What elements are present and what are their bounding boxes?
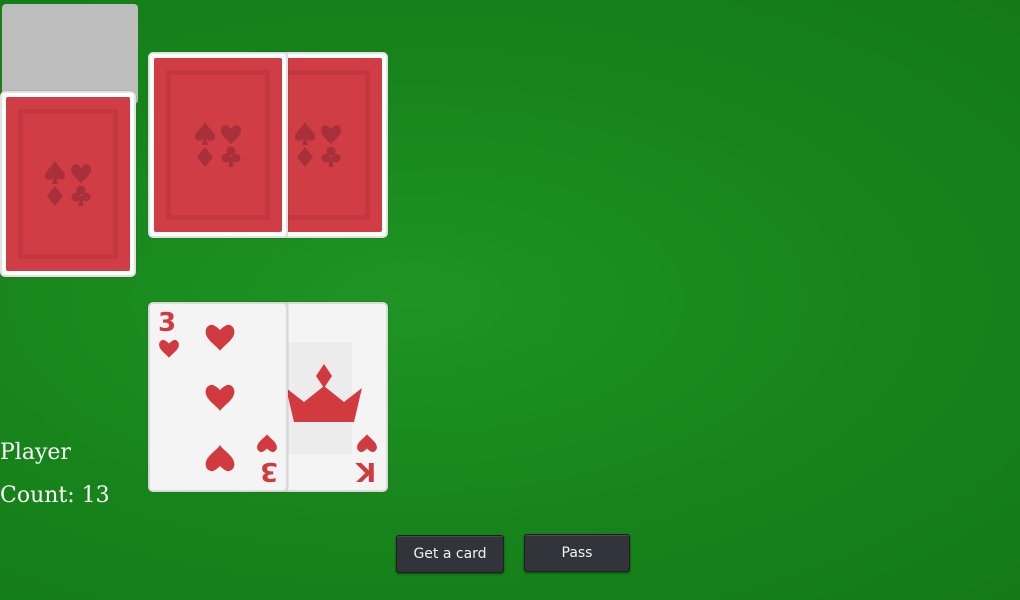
get-card-button[interactable]: Get a card — [396, 535, 504, 573]
card-back-suits-icon — [193, 120, 243, 170]
heart-icon — [158, 338, 180, 364]
card-back-suits-icon — [43, 159, 93, 209]
heart-icon — [204, 442, 236, 478]
card-back-suits-icon — [293, 120, 343, 170]
pass-button[interactable]: Pass — [524, 534, 630, 572]
player-card-3-hearts: 3 3 — [148, 302, 288, 492]
player-label: Player — [0, 440, 71, 465]
deck-card[interactable] — [0, 91, 136, 277]
heart-icon — [204, 322, 236, 358]
dealer-card-1 — [148, 52, 288, 238]
heart-icon — [256, 432, 278, 458]
player-count: Count: 13 — [0, 483, 110, 508]
card-rank-top: 3 — [158, 308, 177, 338]
deck-placeholder — [2, 4, 138, 104]
heart-icon — [204, 382, 236, 418]
card-rank-bottom: K — [355, 456, 376, 486]
card-rank-bottom: 3 — [259, 456, 278, 486]
heart-icon — [356, 432, 378, 458]
king-crown-icon — [286, 342, 362, 454]
